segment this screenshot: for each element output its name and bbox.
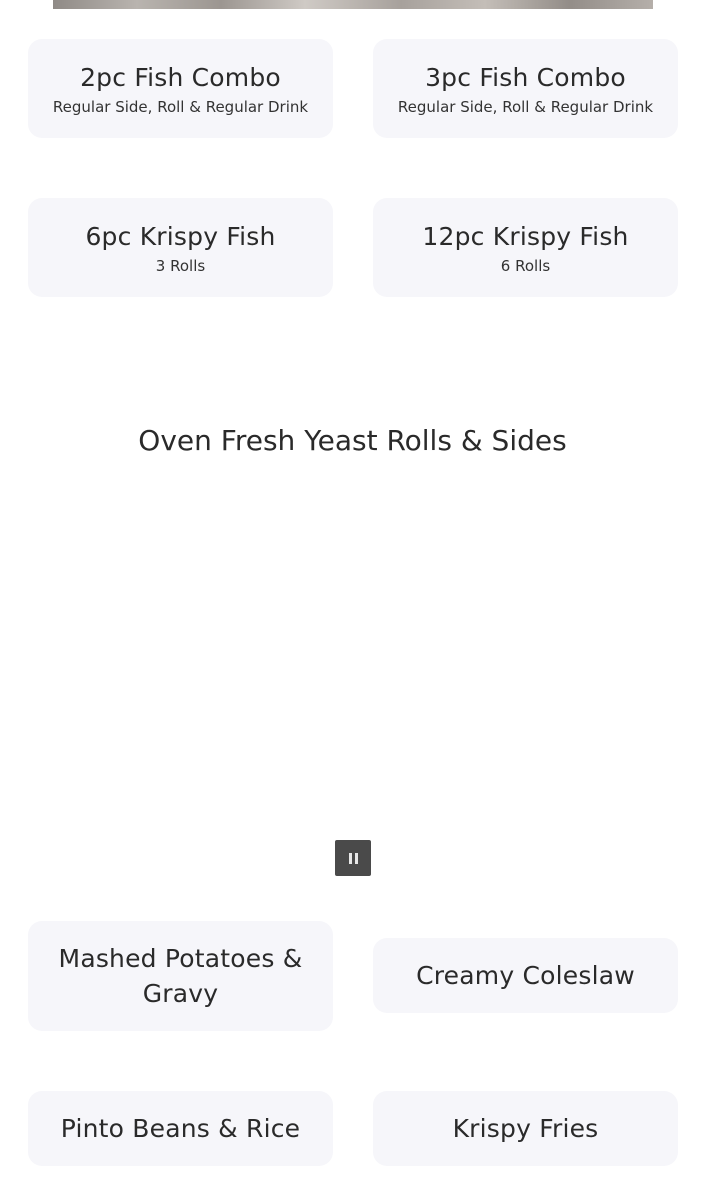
media-area: [53, 490, 653, 825]
menu-card-creamy-coleslaw[interactable]: Creamy Coleslaw: [373, 938, 678, 1013]
menu-card-title: 2pc Fish Combo: [80, 63, 281, 92]
menu-card-pinto-beans-rice[interactable]: Pinto Beans & Rice: [28, 1091, 333, 1166]
menu-card-title: 3pc Fish Combo: [425, 63, 626, 92]
page: 2pc Fish Combo Regular Side, Roll & Regu…: [0, 0, 705, 1191]
menu-card-mashed-potatoes[interactable]: Mashed Potatoes & Gravy: [28, 921, 333, 1031]
menu-card-krispy-fries[interactable]: Krispy Fries: [373, 1091, 678, 1166]
menu-card-2pc-fish-combo[interactable]: 2pc Fish Combo Regular Side, Roll & Regu…: [28, 39, 333, 138]
menu-card-12pc-krispy-fish[interactable]: 12pc Krispy Fish 6 Rolls: [373, 198, 678, 297]
menu-card-3pc-fish-combo[interactable]: 3pc Fish Combo Regular Side, Roll & Regu…: [373, 39, 678, 138]
hero-image: [53, 0, 653, 9]
menu-card-subtitle: 3 Rolls: [155, 257, 206, 275]
menu-card-title: 12pc Krispy Fish: [422, 222, 629, 251]
section-heading: Oven Fresh Yeast Rolls & Sides: [138, 424, 567, 457]
menu-card-subtitle: Regular Side, Roll & Regular Drink: [397, 98, 654, 116]
pause-icon: [347, 852, 359, 864]
menu-card-subtitle: Regular Side, Roll & Regular Drink: [52, 98, 309, 116]
menu-card-title: Creamy Coleslaw: [416, 961, 635, 990]
menu-card-title: Krispy Fries: [452, 1114, 599, 1143]
menu-card-subtitle: 6 Rolls: [500, 257, 551, 275]
pause-button[interactable]: [335, 840, 371, 876]
menu-card-title: 6pc Krispy Fish: [85, 222, 276, 251]
menu-card-6pc-krispy-fish[interactable]: 6pc Krispy Fish 3 Rolls: [28, 198, 333, 297]
menu-card-title: Mashed Potatoes & Gravy: [58, 944, 303, 1008]
menu-card-title: Pinto Beans & Rice: [60, 1114, 301, 1143]
